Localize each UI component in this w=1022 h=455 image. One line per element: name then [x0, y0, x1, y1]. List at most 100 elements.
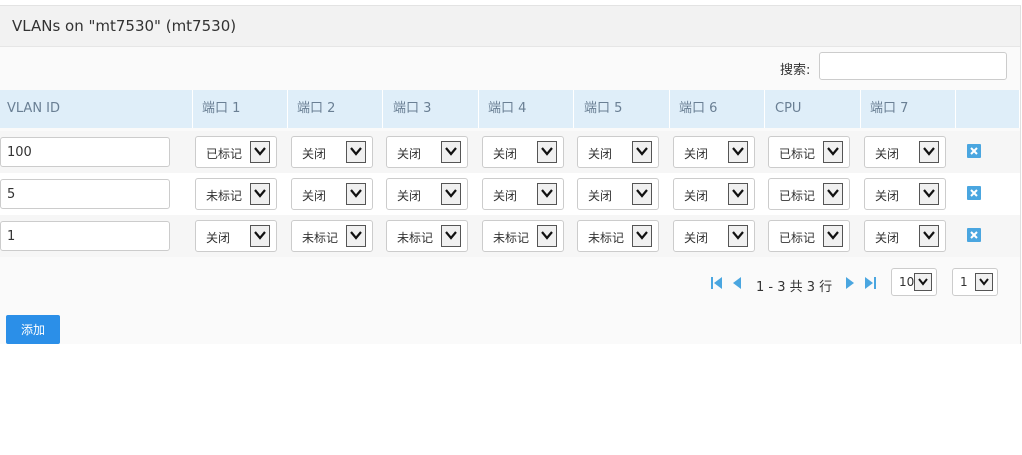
last-page-icon[interactable]: [864, 276, 876, 290]
vlan-id-input[interactable]: [0, 179, 170, 209]
column-header-port-7: 端口 7: [863, 90, 956, 128]
port-5-select[interactable]: 关闭: [577, 178, 659, 210]
column-header-port-1: 端口 1: [195, 90, 288, 128]
chevron-down-icon: [250, 141, 270, 163]
column-header-port-6: 端口 6: [672, 90, 765, 128]
page-select[interactable]: 1: [952, 268, 998, 296]
select-value: 未标记: [206, 189, 243, 203]
port-3-select[interactable]: 未标记: [386, 220, 468, 252]
chevron-down-icon: [346, 141, 366, 163]
select-value: 关闭: [493, 189, 518, 203]
chevron-down-icon: [914, 273, 932, 291]
chevron-down-icon: [346, 225, 366, 247]
port-6-select[interactable]: 关闭: [673, 220, 755, 252]
page-size-select[interactable]: 10: [891, 268, 937, 296]
chevron-down-icon: [919, 141, 939, 163]
select-value: 已标记: [779, 147, 816, 161]
port-3-select[interactable]: 关闭: [386, 136, 468, 168]
select-value: 关闭: [302, 147, 327, 161]
port-7-select[interactable]: 关闭: [864, 220, 946, 252]
select-value: 关闭: [397, 189, 422, 203]
delete-icon[interactable]: [967, 228, 981, 242]
first-page-icon[interactable]: [711, 276, 723, 290]
port-7-select[interactable]: 关闭: [864, 178, 946, 210]
port-2-select[interactable]: 关闭: [291, 136, 373, 168]
port-2-select[interactable]: 未标记: [291, 220, 373, 252]
port-4-select[interactable]: 关闭: [482, 178, 564, 210]
select-value: 关闭: [588, 189, 613, 203]
port-3-select[interactable]: 关闭: [386, 178, 468, 210]
select-value: 关闭: [302, 189, 327, 203]
chevron-down-icon: [919, 183, 939, 205]
table-header: VLAN ID 端口 1 端口 2 端口 3 端口 4 端口 5 端口 6 CP…: [0, 90, 1020, 128]
select-value: 关闭: [493, 147, 518, 161]
search-label: 搜索:: [780, 63, 811, 78]
table-row: 已标记 关闭 关闭 关闭 关闭 关闭 已标记 关闭: [0, 131, 1020, 173]
chevron-down-icon: [632, 225, 652, 247]
chevron-down-icon: [823, 141, 843, 163]
chevron-down-icon: [823, 183, 843, 205]
port-6-select[interactable]: 关闭: [673, 136, 755, 168]
table-row: 关闭 未标记 未标记 未标记 未标记 关闭 已标记 关闭: [0, 215, 1020, 257]
table-row: 未标记 关闭 关闭 关闭 关闭 关闭 已标记 关闭: [0, 173, 1020, 215]
select-value: 关闭: [875, 189, 900, 203]
prev-page-icon[interactable]: [732, 276, 742, 290]
port-1-select[interactable]: 关闭: [195, 220, 277, 252]
select-value: 已标记: [779, 231, 816, 245]
port-4-select[interactable]: 未标记: [482, 220, 564, 252]
column-header-vlan-id: VLAN ID: [0, 90, 193, 128]
panel-header: VLANs on "mt7530" (mt7530): [0, 6, 1020, 47]
chevron-down-icon: [823, 225, 843, 247]
vlan-id-input[interactable]: [0, 221, 170, 251]
chevron-down-icon: [441, 141, 461, 163]
pagination-summary: 1 - 3 共 3 行: [756, 280, 833, 295]
column-header-port-5: 端口 5: [577, 90, 670, 128]
next-page-icon[interactable]: [845, 276, 855, 290]
port-1-select[interactable]: 未标记: [195, 178, 277, 210]
column-header-port-2: 端口 2: [290, 90, 383, 128]
chevron-down-icon: [250, 183, 270, 205]
chevron-down-icon: [919, 225, 939, 247]
chevron-down-icon: [346, 183, 366, 205]
chevron-down-icon: [250, 225, 270, 247]
chevron-down-icon: [728, 141, 748, 163]
delete-icon[interactable]: [967, 144, 981, 158]
select-value: 已标记: [779, 189, 816, 203]
select-value: 关闭: [875, 231, 900, 245]
column-header-port-3: 端口 3: [386, 90, 479, 128]
select-value: 关闭: [206, 231, 231, 245]
port-5-select[interactable]: 关闭: [577, 136, 659, 168]
port-7-select[interactable]: 关闭: [864, 136, 946, 168]
select-value: 关闭: [397, 147, 422, 161]
select-value: 未标记: [493, 231, 530, 245]
cpu-select[interactable]: 已标记: [768, 136, 850, 168]
column-header-cpu: CPU: [768, 90, 861, 128]
port-2-select[interactable]: 关闭: [291, 178, 373, 210]
column-header-actions: [958, 90, 1020, 128]
add-button[interactable]: 添加: [6, 315, 60, 344]
column-header-port-4: 端口 4: [481, 90, 574, 128]
port-5-select[interactable]: 未标记: [577, 220, 659, 252]
page-title: VLANs on "mt7530" (mt7530): [12, 17, 237, 35]
chevron-down-icon: [537, 225, 557, 247]
page-value: 1: [960, 275, 968, 289]
chevron-down-icon: [537, 141, 557, 163]
search-input[interactable]: [819, 52, 1007, 80]
chevron-down-icon: [441, 225, 461, 247]
vlan-id-input[interactable]: [0, 137, 170, 167]
select-value: 未标记: [302, 231, 339, 245]
port-6-select[interactable]: 关闭: [673, 178, 755, 210]
cpu-select[interactable]: 已标记: [768, 220, 850, 252]
select-value: 关闭: [684, 189, 709, 203]
delete-icon[interactable]: [967, 186, 981, 200]
port-1-select[interactable]: 已标记: [195, 136, 277, 168]
cpu-select[interactable]: 已标记: [768, 178, 850, 210]
chevron-down-icon: [632, 183, 652, 205]
select-value: 未标记: [397, 231, 434, 245]
chevron-down-icon: [975, 273, 993, 291]
select-value: 已标记: [206, 147, 243, 161]
chevron-down-icon: [537, 183, 557, 205]
port-4-select[interactable]: 关闭: [482, 136, 564, 168]
chevron-down-icon: [441, 183, 461, 205]
select-value: 关闭: [684, 231, 709, 245]
